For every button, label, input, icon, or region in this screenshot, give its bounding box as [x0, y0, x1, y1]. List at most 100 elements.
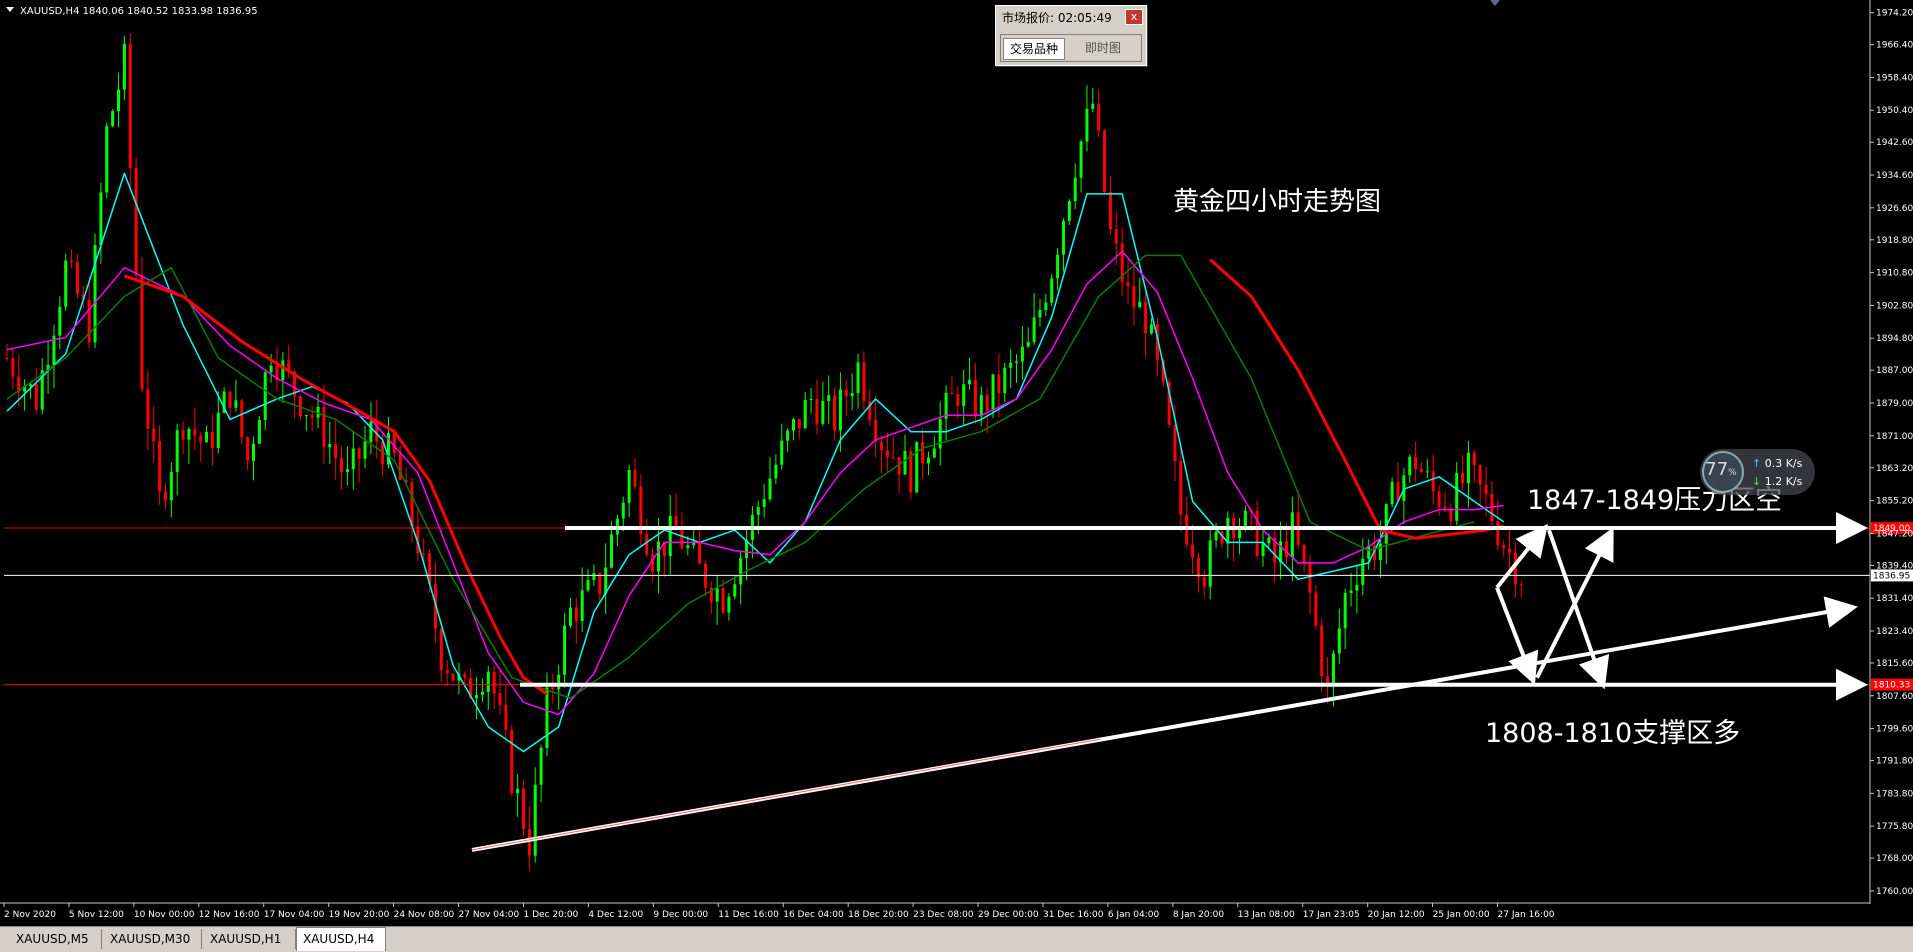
tab-tick-chart[interactable]: 即时图	[1079, 38, 1127, 58]
close-icon[interactable]: x	[1125, 9, 1143, 25]
candle-body	[310, 415, 314, 418]
candle-body	[1126, 281, 1130, 287]
candle-body	[1097, 103, 1101, 131]
candle-body	[1478, 465, 1482, 485]
candle-body	[1067, 200, 1071, 221]
price-tick-label: 1799.60	[1876, 725, 1913, 735]
price-chart[interactable]: 1849.001836.951810.33 1974.201966.401958…	[0, 0, 1913, 951]
candle-body	[950, 392, 954, 395]
price-tick-label: 1966.40	[1876, 41, 1913, 51]
candle-body	[351, 448, 355, 470]
candle-body	[345, 469, 349, 473]
candle-body	[1437, 491, 1441, 507]
candle-body	[1009, 362, 1013, 368]
candle-body	[539, 748, 543, 785]
candle-body	[580, 590, 584, 622]
candle-body	[1261, 543, 1265, 556]
tab-symbols[interactable]: 交易品种	[1003, 38, 1066, 60]
candle-body	[991, 374, 995, 411]
candle-body	[146, 389, 150, 429]
candle-body	[968, 379, 972, 385]
candle-body	[193, 428, 197, 436]
candle-body	[592, 573, 596, 580]
candle-body	[821, 400, 825, 424]
tab-xauusd-h4[interactable]: XAUUSD,H4	[296, 927, 386, 951]
time-tick-label: 27 Jan 16:00	[1498, 910, 1555, 920]
candle-body	[1144, 301, 1148, 334]
candle-body	[1355, 584, 1359, 591]
price-tick-label: 1783.80	[1876, 789, 1913, 799]
candle-body	[780, 440, 784, 465]
price-tick-label: 1934.60	[1876, 171, 1913, 181]
market-watch-window[interactable]: 市场报价: 02:05:49 x 交易品种 即时图	[995, 5, 1147, 66]
price-tick-label: 1879.00	[1876, 399, 1913, 409]
candle-body	[985, 394, 989, 411]
time-tick-label: 16 Dec 04:00	[783, 910, 844, 920]
candle-body	[340, 458, 344, 473]
candle-body	[1191, 544, 1195, 558]
candle-body	[475, 695, 479, 699]
time-tick-label: 23 Dec 08:00	[913, 910, 974, 920]
candle-body	[1003, 367, 1007, 394]
time-tick-label: 4 Dec 12:00	[588, 910, 643, 920]
tab-xauusd-m5[interactable]: XAUUSD,M5	[10, 929, 102, 949]
candle-body	[1466, 452, 1470, 484]
candle-body	[1449, 508, 1453, 521]
candle-body	[880, 441, 884, 451]
candle-body	[874, 419, 878, 442]
price-tick-label: 1815.60	[1876, 659, 1913, 669]
candle-body	[492, 671, 496, 694]
candle-body	[1502, 545, 1506, 549]
time-tick-label: 10 Nov 00:00	[134, 910, 195, 920]
chart-background	[0, 0, 1913, 951]
network-speed-widget[interactable]: 77% 0.3 K/s 1.2 K/s	[1700, 449, 1815, 495]
time-tick-label: 12 Nov 16:00	[199, 910, 260, 920]
candle-body	[1050, 278, 1054, 303]
candle-body	[680, 527, 684, 549]
candle-body	[1455, 472, 1459, 521]
candle-body	[545, 687, 549, 749]
candle-body	[1114, 229, 1118, 244]
time-tick-label: 31 Dec 16:00	[1043, 910, 1104, 920]
candle-body	[621, 502, 625, 519]
candle-body	[791, 419, 795, 431]
candle-body	[504, 704, 508, 731]
candle-body	[128, 44, 132, 169]
price-tick-label: 1847.20	[1876, 529, 1913, 539]
time-tick-label: 24 Nov 08:00	[394, 910, 455, 920]
tab-xauusd-h1[interactable]: XAUUSD,H1	[204, 929, 296, 949]
candle-body	[1361, 558, 1365, 585]
candle-body	[1443, 506, 1447, 509]
usage-percent: 77%	[1705, 459, 1737, 480]
candle-body	[1103, 130, 1107, 192]
candle-body	[498, 693, 502, 705]
candle-body	[363, 441, 367, 459]
candle-body	[1314, 592, 1318, 626]
price-tick-label: 1839.40	[1876, 561, 1913, 571]
market-watch-titlebar[interactable]: 市场报价: 02:05:49	[999, 9, 1142, 27]
candle-body	[1290, 512, 1294, 558]
candle-body	[674, 515, 678, 528]
candle-body	[1414, 456, 1418, 470]
tab-xauusd-m30[interactable]: XAUUSD,M30	[104, 929, 202, 949]
candle-body	[281, 360, 285, 381]
candle-body	[122, 44, 126, 90]
market-watch-title: 市场报价: 02:05:49	[1002, 11, 1112, 25]
candle-body	[34, 384, 38, 410]
candle-body	[833, 395, 837, 431]
price-tick-label: 1958.40	[1876, 73, 1913, 83]
candle-body	[1519, 584, 1523, 586]
candle-body	[627, 469, 631, 503]
candle-body	[1138, 301, 1142, 308]
candle-body	[533, 784, 537, 856]
candle-body	[410, 482, 414, 527]
candle-body	[1484, 484, 1488, 495]
candle-body	[169, 472, 173, 501]
candle-body	[263, 372, 267, 420]
candle-body	[885, 450, 889, 458]
candle-body	[1378, 543, 1382, 560]
price-tick-label: 1894.80	[1876, 334, 1913, 344]
price-tick-label: 1918.80	[1876, 236, 1913, 246]
candle-body	[163, 491, 167, 501]
candle-body	[762, 499, 766, 507]
